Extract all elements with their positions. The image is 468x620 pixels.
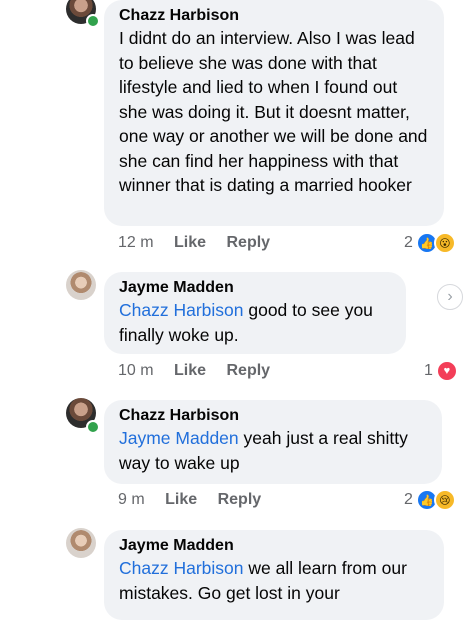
comment-text: Chazz Harbison good to see you finally w…: [119, 300, 373, 345]
comment-bubble: Jayme Madden Chazz Harbison good to see …: [104, 272, 406, 354]
sad-icon: 😢: [433, 489, 456, 511]
reaction-summary[interactable]: 2 👍 😢: [404, 489, 456, 511]
wow-icon: 😮: [433, 232, 456, 254]
comment-text: I didnt do an interview. Also I was lead…: [119, 28, 428, 195]
comment-meta: 10 m Like Reply: [118, 362, 286, 380]
comment-author[interactable]: Jayme Madden: [119, 278, 392, 298]
comment-meta: 12 m Like Reply: [118, 234, 286, 252]
comment-time[interactable]: 10 m: [118, 362, 154, 379]
like-button[interactable]: Like: [174, 234, 206, 251]
mention-link[interactable]: Jayme Madden: [119, 428, 239, 448]
reply-button[interactable]: Reply: [218, 491, 262, 508]
reply-button[interactable]: Reply: [227, 234, 271, 251]
comment-bubble: Chazz Harbison Jayme Madden yeah just a …: [104, 400, 442, 484]
mention-link[interactable]: Chazz Harbison: [119, 300, 244, 320]
like-button[interactable]: Like: [165, 491, 197, 508]
comment-bubble: Chazz Harbison I didnt do an interview. …: [104, 0, 444, 226]
avatar[interactable]: [66, 528, 96, 558]
comment-time[interactable]: 9 m: [118, 491, 145, 508]
reply-button[interactable]: Reply: [227, 362, 271, 379]
reaction-count: 2: [404, 234, 413, 251]
reaction-count: 1: [424, 362, 433, 379]
online-status-icon: [86, 420, 100, 434]
comment-meta: 9 m Like Reply: [118, 491, 277, 509]
like-button[interactable]: Like: [174, 362, 206, 379]
comment-author[interactable]: Jayme Madden: [119, 536, 430, 556]
comment-text: Jayme Madden yeah just a real shitty way…: [119, 428, 408, 473]
comment-author[interactable]: Chazz Harbison: [119, 406, 428, 426]
comment-text: Chazz Harbison we all learn from our mis…: [119, 558, 407, 603]
avatar[interactable]: [66, 270, 96, 300]
reaction-summary[interactable]: 1 ♥: [424, 360, 458, 382]
mention-link[interactable]: Chazz Harbison: [119, 558, 244, 578]
comment-time[interactable]: 12 m: [118, 234, 154, 251]
comment-author[interactable]: Chazz Harbison: [119, 6, 430, 26]
reaction-summary[interactable]: 2 👍 😮: [404, 232, 456, 254]
love-icon: ♥: [435, 360, 458, 382]
online-status-icon: [86, 14, 100, 28]
reaction-count: 2: [404, 491, 413, 508]
comment-bubble: Jayme Madden Chazz Harbison we all learn…: [104, 530, 444, 620]
chevron-right-icon[interactable]: ›: [437, 284, 463, 310]
